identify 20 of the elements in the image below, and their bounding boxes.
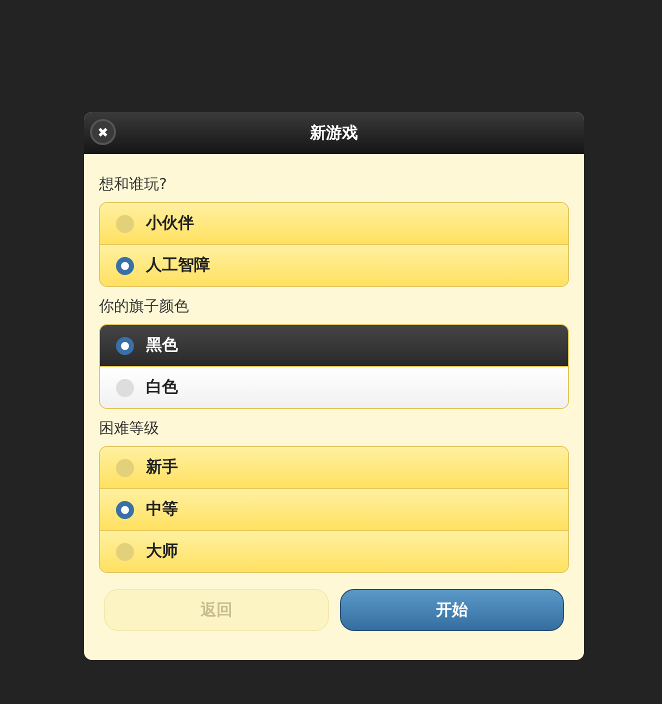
group-label: 困难等级: [99, 418, 159, 438]
radio-button[interactable]: [116, 214, 134, 232]
dialog-title: 新游戏: [310, 122, 358, 144]
group-label: 你的旗子颜色: [99, 296, 189, 316]
radio-button[interactable]: [116, 458, 134, 476]
start-button[interactable]: 开始: [340, 589, 564, 631]
radio-button[interactable]: [116, 256, 134, 274]
radio-option[interactable]: 白色: [100, 366, 568, 408]
radio-button[interactable]: [116, 336, 134, 354]
radio-button[interactable]: [116, 500, 134, 518]
radio-option[interactable]: 中等: [100, 488, 568, 530]
radio-button[interactable]: [116, 378, 134, 396]
radio-option[interactable]: 新手: [100, 447, 568, 488]
radio-option[interactable]: 小伙伴: [100, 203, 568, 244]
group-label: 想和谁玩?: [99, 174, 167, 194]
close-button[interactable]: ✖: [90, 119, 116, 145]
radio-option[interactable]: 黑色: [100, 325, 568, 366]
radio-option[interactable]: 大师: [100, 530, 568, 572]
radio-button[interactable]: [116, 542, 134, 560]
radio-option[interactable]: 人工智障: [100, 244, 568, 286]
